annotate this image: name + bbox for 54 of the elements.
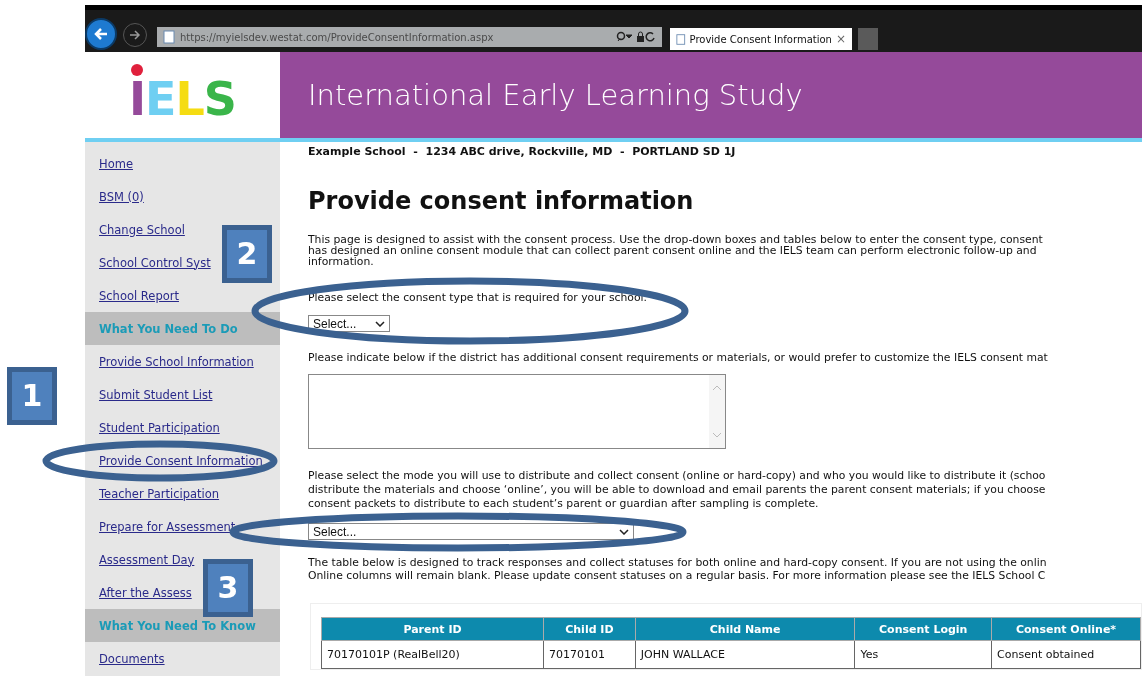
number-badge: 2	[222, 225, 272, 283]
distribution-mode-select[interactable]: Select...	[308, 523, 634, 540]
field-label: Please select the consent type that is required for your school.	[308, 292, 648, 303]
table-cell: Consent obtained	[991, 640, 1141, 669]
sidebar-link[interactable]: Assessment Day	[85, 543, 195, 576]
table-cell: Yes	[854, 640, 992, 669]
sidebar-link[interactable]: School Report	[85, 279, 179, 312]
chevron-down-icon	[375, 320, 385, 327]
browser-tab[interactable]: Provide Consent Information ×	[670, 28, 852, 50]
sidebar-link[interactable]: Provide School Information	[85, 345, 254, 378]
sidebar-link[interactable]: Teacher Participation	[85, 477, 220, 510]
instruction-text: consent packets to distribute to each student’s parent or guardian after sampling is complete.	[308, 497, 820, 511]
column-header: Consent Online*	[991, 617, 1141, 641]
back-button[interactable]	[85, 18, 117, 50]
back-arrow-icon	[93, 26, 109, 42]
page-icon	[676, 32, 686, 46]
number-badge: 3	[203, 559, 253, 617]
intro-text: This page is designed to assist with the consent process. Use the drop-down boxes and tables below to enter the consent type, consent	[308, 234, 1044, 245]
page-icon	[163, 30, 175, 44]
instruction-text: Please select the mode you will use to distribute and collect consent (online or hard-copy) and who you would like to distribute it (schoo	[308, 469, 1047, 483]
address-bar[interactable]: https://myielsdev.westat.com/ProvideConsentInformation.aspx	[157, 27, 662, 47]
tab-close-button[interactable]: ×	[835, 32, 846, 46]
sidebar-link[interactable]: Documents	[85, 642, 165, 675]
intro-text: has designed an online consent module that can collect parent consent online and the IELS team can perform electronic follow-up and	[308, 245, 1038, 256]
instruction-text: Online columns will remain blank. Please update consent statuses on a regular basis. For more information please see the IELS School C	[308, 569, 1047, 582]
table-cell: JOHN WALLACE	[635, 640, 855, 669]
sidebar-link[interactable]: BSM (0)	[85, 180, 144, 213]
site-title: International Early Learning Study	[308, 78, 803, 112]
column-header: Child Name	[635, 617, 855, 641]
field-label: Please indicate below if the district has additional consent requirements or materials, or would prefer to customize the IELS consent mat	[308, 352, 1049, 363]
forward-arrow-icon	[129, 29, 141, 41]
number-badge: 1	[7, 367, 57, 425]
sidebar-link[interactable]: Home	[85, 147, 133, 180]
instruction-text: The table below is designed to track responses and collect statuses for both online and hard-copy consent. If you are not using the onlin	[308, 556, 1048, 569]
sidebar-link[interactable]: Prepare for Assessment	[85, 510, 236, 543]
page-heading: Provide consent information	[308, 187, 695, 215]
instruction-text: distribute the materials and choose ‘online’, you will be able to download and email parents the parent consent materials; if you choose	[308, 483, 1047, 497]
sidebar-link[interactable]: Student Participation	[85, 411, 220, 444]
sidebar-link[interactable]: After the Assess	[85, 576, 192, 609]
sidebar-link[interactable]: School Control Syst	[85, 246, 211, 279]
sidebar-section-header: What You Need To Know	[85, 609, 280, 642]
column-header: Consent Login	[854, 617, 992, 641]
sidebar-link[interactable]: Change School	[85, 213, 185, 246]
table-cell: 70170101P (RealBell20)	[321, 640, 544, 669]
consent-type-select[interactable]: Select...	[308, 315, 390, 332]
sidebar-section-header: What You Need To Do	[85, 312, 280, 345]
table-cell: 70170101	[543, 640, 636, 669]
intro-text: information.	[308, 256, 374, 267]
column-header: Child ID	[543, 617, 636, 641]
sidebar-link[interactable]: Provide Consent Information	[85, 444, 263, 477]
sidebar-link[interactable]: Submit Student List	[85, 378, 213, 411]
chevron-down-icon	[619, 528, 629, 535]
school-info: Example School - 1234 ABC drive, Rockville, MD - PORTLAND SD 1J	[308, 145, 737, 158]
column-header: Parent ID	[321, 617, 544, 641]
